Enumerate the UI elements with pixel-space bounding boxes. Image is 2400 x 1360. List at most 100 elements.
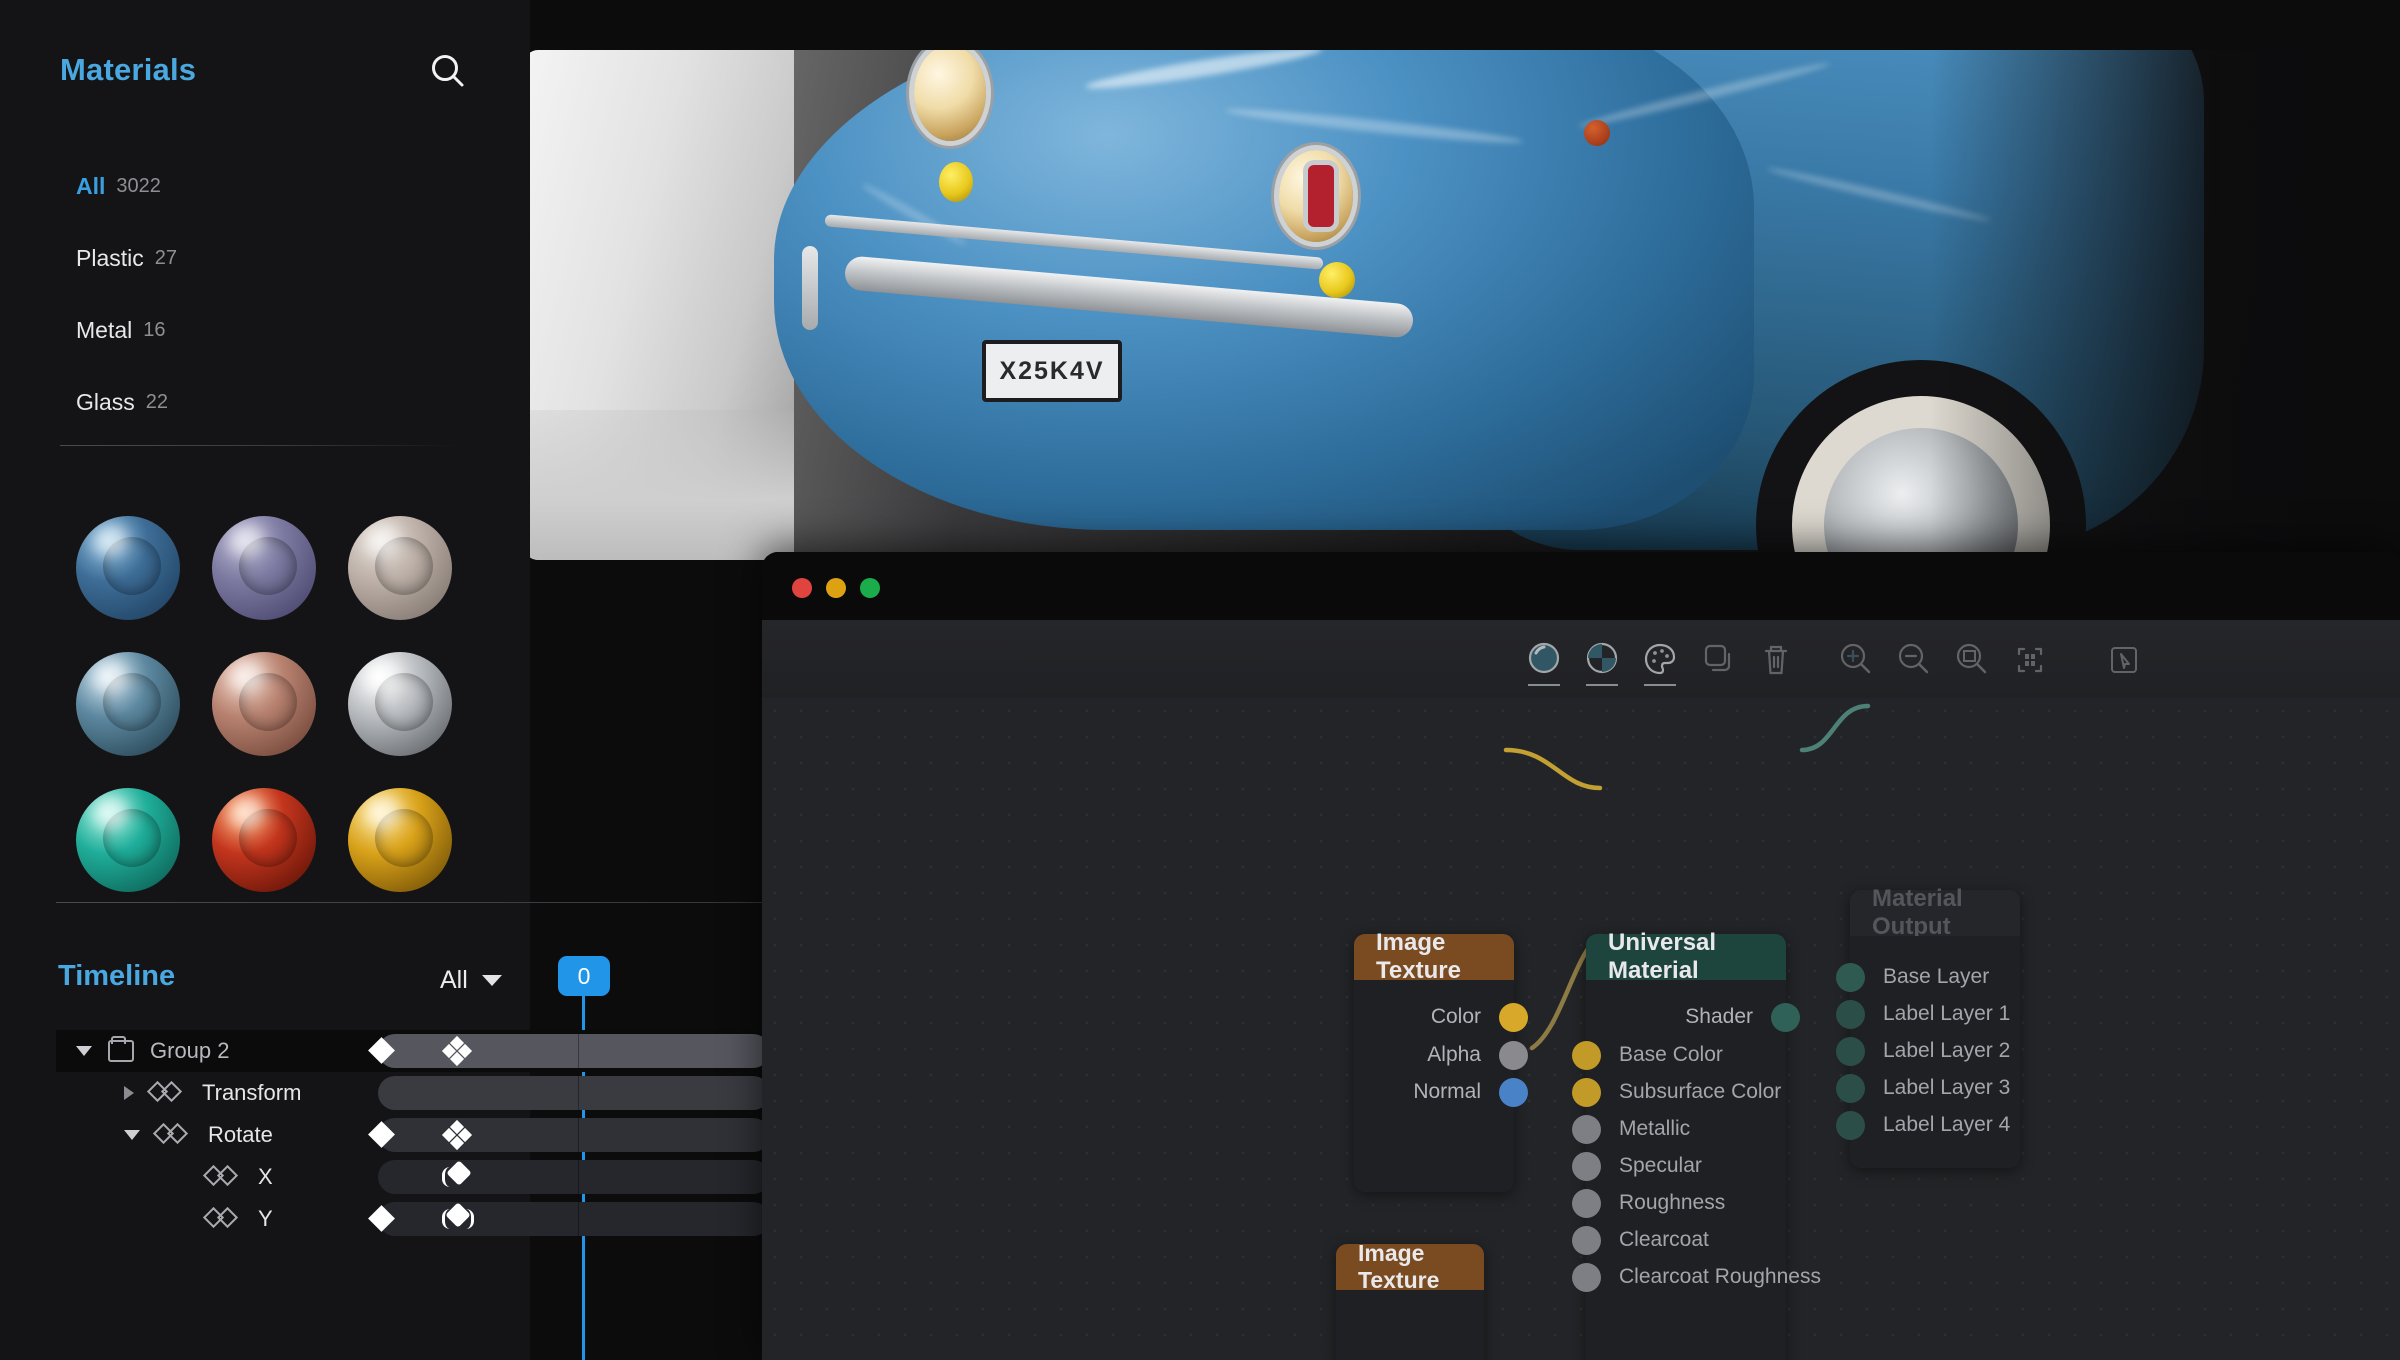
- window-titlebar[interactable]: [762, 552, 2400, 620]
- socket-dot[interactable]: [1572, 1114, 1601, 1144]
- cursor-select-tool[interactable]: [2102, 638, 2146, 682]
- port-clearcoat[interactable]: Clearcoat: [1572, 1225, 1709, 1255]
- port-color-output[interactable]: Color: [1368, 1002, 1528, 1032]
- material-swatch[interactable]: [60, 500, 196, 636]
- material-swatch[interactable]: [196, 636, 332, 772]
- sidebar-item-glass[interactable]: Glass 22: [76, 366, 476, 438]
- port-subsurface-color[interactable]: Subsurface Color: [1572, 1077, 1781, 1107]
- chevron-down-icon[interactable]: [124, 1130, 140, 1140]
- socket-dot[interactable]: [1836, 1110, 1865, 1140]
- copper-metal-sphere[interactable]: [212, 652, 316, 756]
- current-frame-indicator[interactable]: 0: [558, 956, 610, 996]
- close-button[interactable]: [792, 578, 812, 598]
- port-label: Metallic: [1619, 1117, 1691, 1140]
- red-glass-sphere[interactable]: [212, 788, 316, 892]
- port-label-layer-2[interactable]: Label Layer 2: [1836, 1036, 2010, 1066]
- timeline-filter-dropdown[interactable]: All: [440, 966, 502, 995]
- socket-dot[interactable]: [1771, 1002, 1800, 1032]
- sidebar-item-plastic[interactable]: Plastic 27: [76, 222, 476, 294]
- socket-dot[interactable]: [1572, 1188, 1601, 1218]
- timeline-track-row[interactable]: Rotate: [56, 1114, 770, 1156]
- port-roughness[interactable]: Roughness: [1572, 1188, 1725, 1218]
- grid-tool[interactable]: [2008, 638, 2052, 682]
- green-glass-sphere[interactable]: [76, 788, 180, 892]
- keyframe-cluster-marker[interactable]: [441, 1119, 473, 1151]
- amber-glass-sphere[interactable]: [348, 788, 452, 892]
- maximize-button[interactable]: [860, 578, 880, 598]
- port-clearcoat-roughness[interactable]: Clearcoat Roughness: [1572, 1262, 1821, 1292]
- material-swatch[interactable]: [196, 772, 332, 908]
- socket-dot[interactable]: [1572, 1262, 1601, 1292]
- track-segment-divider: [578, 1118, 579, 1152]
- search-icon[interactable]: [426, 50, 470, 94]
- timeline-track-band[interactable]: [378, 1118, 770, 1152]
- duplicate-tool[interactable]: [1696, 638, 1740, 682]
- port-alpha-output[interactable]: Alpha: [1368, 1040, 1528, 1070]
- port-base-layer[interactable]: Base Layer: [1836, 962, 1989, 992]
- port-metallic[interactable]: Metallic: [1572, 1114, 1690, 1144]
- socket-dot[interactable]: [1499, 1040, 1528, 1070]
- minimize-button[interactable]: [826, 578, 846, 598]
- zoom-out-tool[interactable]: [1892, 638, 1936, 682]
- socket-dot[interactable]: [1572, 1040, 1601, 1070]
- chevron-right-icon[interactable]: [124, 1086, 134, 1100]
- material-swatch[interactable]: [332, 500, 468, 636]
- node-universal-material[interactable]: Universal Material Shader Base Color Sub…: [1572, 929, 1821, 1360]
- zoom-fit-tool[interactable]: [1950, 638, 1994, 682]
- socket-dot[interactable]: [1572, 1077, 1601, 1107]
- zoom-in-tool[interactable]: [1834, 638, 1878, 682]
- sidebar-item-metal[interactable]: Metal 16: [76, 294, 476, 366]
- material-swatch[interactable]: [196, 500, 332, 636]
- socket-dot[interactable]: [1836, 999, 1865, 1029]
- contrast-sphere-tool[interactable]: [1580, 638, 1624, 686]
- material-sphere-tool[interactable]: [1522, 638, 1566, 686]
- node-image-texture-2[interactable]: Image Texture: [1336, 1240, 1484, 1360]
- socket-dot[interactable]: [1836, 1036, 1865, 1066]
- keyframe-cluster-marker[interactable]: [441, 1035, 473, 1067]
- timeline-track-band[interactable]: [378, 1202, 770, 1236]
- port-label-layer-4[interactable]: Label Layer 4: [1836, 1110, 2010, 1140]
- socket-dot[interactable]: [1499, 1077, 1528, 1107]
- timeline-track-band[interactable]: [378, 1160, 770, 1194]
- timeline-track-row[interactable]: Transform: [56, 1072, 770, 1114]
- port-shader-output[interactable]: Shader: [1600, 1002, 1800, 1032]
- car-render-viewport[interactable]: X25K4V: [524, 50, 2350, 560]
- chevron-down-icon[interactable]: [76, 1046, 92, 1056]
- keyframe-half-marker[interactable]: [442, 1160, 472, 1190]
- timeline-row-label-group: Rotate: [124, 1114, 273, 1156]
- material-swatch[interactable]: [332, 772, 468, 908]
- palette-tool[interactable]: [1638, 638, 1682, 686]
- socket-dot[interactable]: [1836, 1073, 1865, 1103]
- beige-plastic-sphere[interactable]: [348, 516, 452, 620]
- socket-dot[interactable]: [1499, 1002, 1528, 1032]
- material-swatch[interactable]: [60, 772, 196, 908]
- timeline-track-row[interactable]: X: [56, 1156, 770, 1198]
- port-base-color[interactable]: Base Color: [1572, 1040, 1723, 1070]
- license-plate: X25K4V: [982, 340, 1122, 402]
- node-graph-canvas[interactable]: Material Output Base Layer Label Layer 1…: [762, 698, 2400, 1360]
- node-image-texture-1[interactable]: Image Texture Color Alpha Normal: [1354, 929, 1528, 1192]
- timeline-track-row[interactable]: Y: [56, 1198, 770, 1240]
- timeline-track-band[interactable]: [378, 1034, 770, 1068]
- socket-dot[interactable]: [1572, 1225, 1601, 1255]
- node-title: Universal Material: [1586, 929, 1786, 984]
- timeline-track-band[interactable]: [378, 1076, 770, 1110]
- blue-gloss-sphere[interactable]: [76, 516, 180, 620]
- port-specular[interactable]: Specular: [1572, 1151, 1702, 1181]
- port-label: Base Color: [1619, 1043, 1723, 1066]
- teal-metal-sphere[interactable]: [76, 652, 180, 756]
- material-swatch[interactable]: [60, 636, 196, 772]
- delete-tool[interactable]: [1754, 638, 1798, 682]
- port-normal-output[interactable]: Normal: [1368, 1077, 1528, 1107]
- sidebar-item-all[interactable]: All 3022: [76, 150, 476, 222]
- timeline-track-row[interactable]: Group 2: [56, 1030, 770, 1072]
- keyframe-full-marker[interactable]: [442, 1202, 474, 1232]
- socket-dot[interactable]: [1836, 962, 1865, 992]
- chrome-metal-sphere[interactable]: [348, 652, 452, 756]
- socket-dot[interactable]: [1572, 1151, 1601, 1181]
- node-material-output[interactable]: Material Output Base Layer Label Layer 1…: [1836, 885, 2020, 1168]
- port-label-layer-1[interactable]: Label Layer 1: [1836, 999, 2010, 1029]
- lavender-gloss-sphere[interactable]: [212, 516, 316, 620]
- material-swatch[interactable]: [332, 636, 468, 772]
- port-label-layer-3[interactable]: Label Layer 3: [1836, 1073, 2010, 1103]
